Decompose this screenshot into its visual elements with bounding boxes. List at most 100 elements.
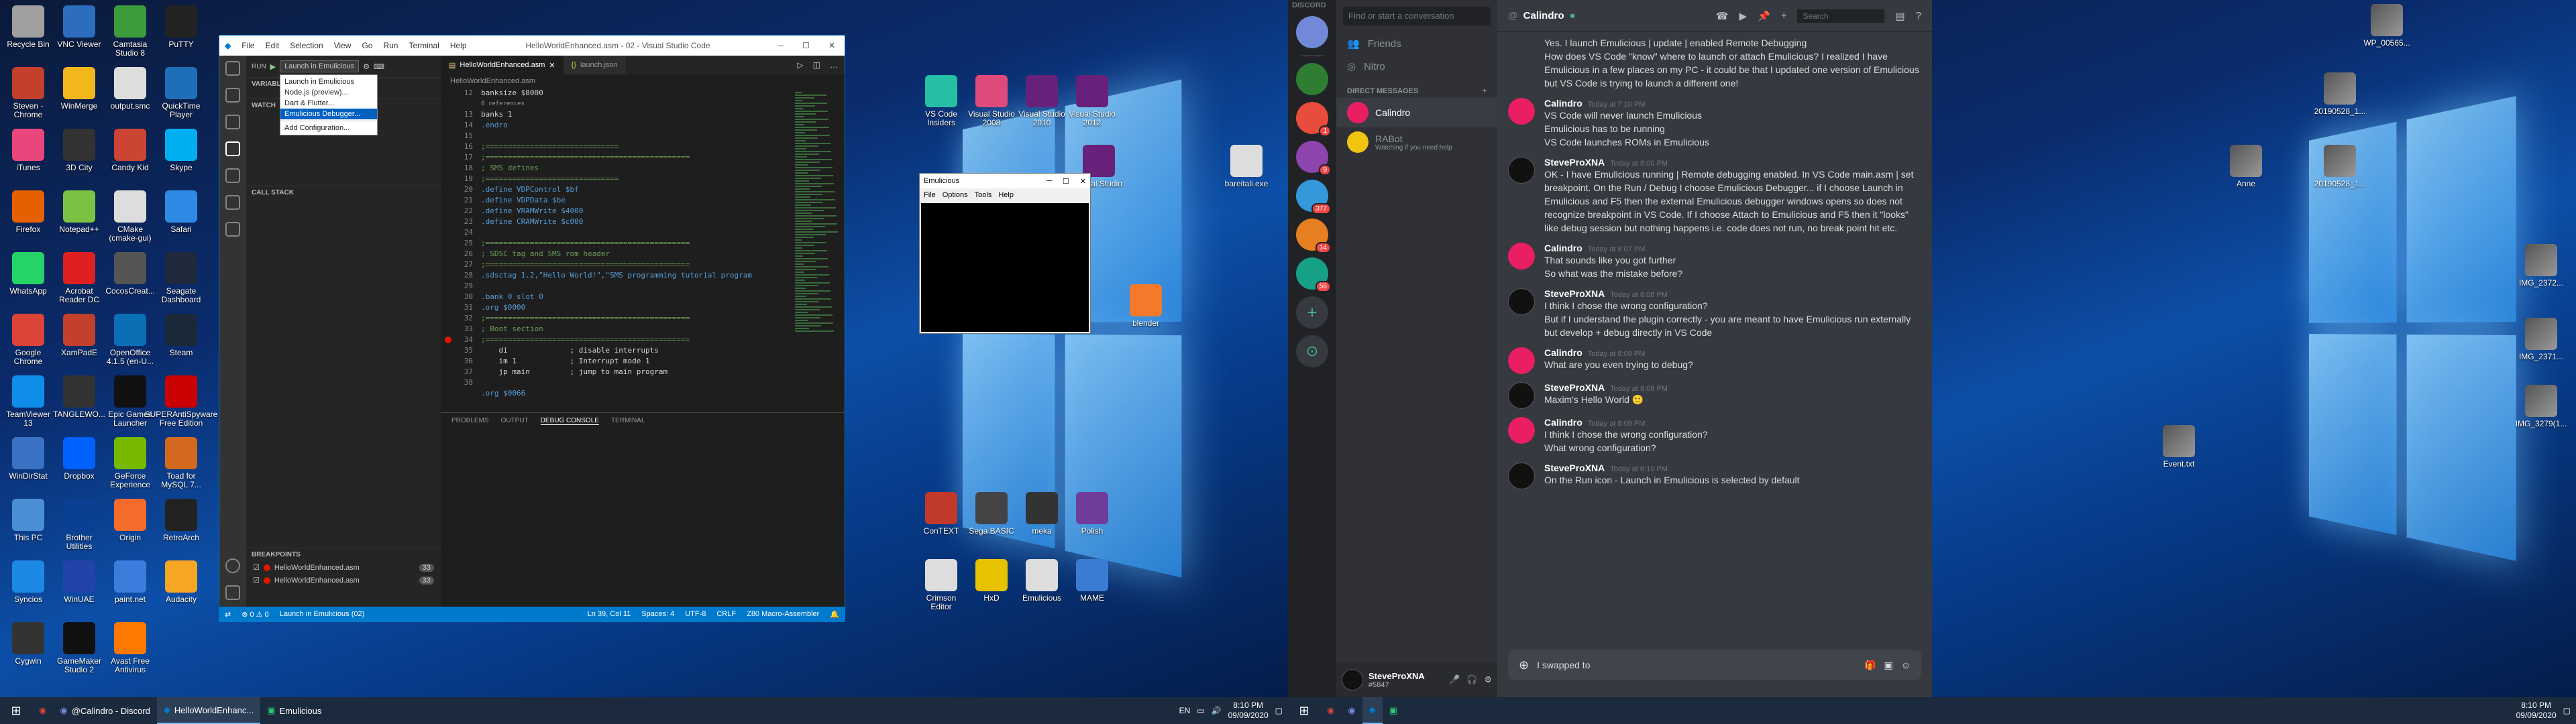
taskbar-item-discord[interactable]: ◉ @Calindro - Discord <box>53 697 157 724</box>
desktop-icon[interactable]: meka <box>1016 489 1067 550</box>
code-line[interactable]: jp main ; jump to main program <box>481 367 791 377</box>
run-debug-icon[interactable] <box>225 141 240 156</box>
server-icon[interactable]: 377 <box>1296 180 1331 215</box>
desktop-icon[interactable]: ConTEXT <box>916 489 967 550</box>
taskbar-item-emulicious[interactable]: ▣ Emulicious <box>260 697 328 724</box>
code-line[interactable]: .endro <box>481 120 791 131</box>
code-line[interactable]: .org $0066 <box>481 388 791 399</box>
desktop-icon[interactable]: bareitali.exe <box>1221 142 1272 202</box>
chrome-taskbar-icon[interactable]: ◉ <box>32 697 53 724</box>
breakpoints-section[interactable]: BREAKPOINTS <box>246 548 441 561</box>
server-icon[interactable]: 1 <box>1296 102 1331 137</box>
desktop-icon[interactable]: Dropbox <box>54 434 105 495</box>
minimize-icon[interactable]: ─ <box>1046 177 1052 186</box>
dropdown-option[interactable]: Emulicious Debugger... <box>280 109 377 119</box>
message-author[interactable]: Calindro <box>1544 98 1582 109</box>
add-friend-icon[interactable]: + <box>1781 10 1787 21</box>
code-line[interactable]: ;============================== <box>481 174 791 184</box>
conversation-search-input[interactable]: Find or start a conversation <box>1343 7 1491 25</box>
desktop-icon[interactable]: Audacity <box>156 558 207 618</box>
code-line[interactable]: ;=======================================… <box>481 313 791 324</box>
source-control-icon[interactable] <box>225 115 240 129</box>
desktop-icon[interactable]: WinDirStat <box>3 434 54 495</box>
server-icon[interactable]: 9 <box>1296 141 1331 176</box>
open-terminal-icon[interactable]: ⌨ <box>374 62 384 71</box>
add-server-icon[interactable]: + <box>1296 296 1328 328</box>
breakpoint-marker-icon[interactable] <box>445 337 451 343</box>
clock[interactable]: 8:10 PM 09/09/2020 <box>2516 701 2557 721</box>
desktop-icon[interactable]: TeamViewer 13 <box>3 373 54 433</box>
indent-status[interactable]: Spaces: 4 <box>641 610 674 618</box>
desktop-icon[interactable]: Sega BASIC <box>966 489 1017 550</box>
menu-item[interactable]: Help <box>445 41 472 50</box>
desktop-icon[interactable]: Safari <box>156 188 207 248</box>
code-line[interactable]: .bank 0 slot 0 <box>481 292 791 302</box>
menu-item[interactable]: File <box>924 191 936 199</box>
menu-item[interactable]: Help <box>998 191 1014 199</box>
code-editor[interactable]: 12 13 14 15 16 17 18 19 20 21 22 23 24 25 26 27 28 29 30 31… <box>441 88 845 412</box>
code-line[interactable] <box>481 227 791 238</box>
desktop-icon[interactable]: Avast Free Antivirus <box>105 619 156 680</box>
server-icon[interactable]: 14 <box>1296 219 1331 253</box>
nav-friends[interactable]: 👥 Friends <box>1336 32 1497 55</box>
desktop-icon[interactable]: Emulicious <box>1016 556 1067 617</box>
language-indicator[interactable]: EN <box>1179 706 1191 715</box>
code-line[interactable]: .define VDPControl $bf <box>481 184 791 195</box>
notifications-icon[interactable]: ▢ <box>1275 706 1283 715</box>
avatar[interactable] <box>1508 98 1535 125</box>
code-line[interactable]: .sdsctag 1.2,"Hello World!","SMS program… <box>481 270 791 281</box>
code-line[interactable] <box>481 377 791 388</box>
code-line[interactable]: .define CRAMWrite $c000 <box>481 217 791 227</box>
desktop-icon[interactable]: Steven - Chrome <box>3 64 54 125</box>
message-author[interactable]: Calindro <box>1544 347 1582 358</box>
avatar[interactable] <box>1508 382 1535 409</box>
gif-icon[interactable]: ▣ <box>1884 660 1892 671</box>
dm-item-calindro[interactable]: Calindro <box>1336 98 1497 127</box>
emoji-icon[interactable]: ☺ <box>1901 660 1911 671</box>
notifications-icon[interactable]: ▢ <box>2563 706 2571 715</box>
code-line[interactable]: ; SMS defines <box>481 163 791 174</box>
panel-tab[interactable]: DEBUG CONSOLE <box>540 417 599 425</box>
desktop-icon[interactable]: Cygwin <box>3 619 54 680</box>
desktop-icon[interactable]: WP_00565... <box>2361 1 2412 62</box>
code-line[interactable]: im 1 ; Interrupt mode 1 <box>481 356 791 367</box>
dropdown-option[interactable]: Node.js (preview)... <box>280 87 377 98</box>
dropdown-option[interactable]: Add Configuration... <box>280 123 377 133</box>
more-actions-icon[interactable]: … <box>830 60 838 70</box>
extensions-icon[interactable] <box>225 168 240 183</box>
message-author[interactable]: Calindro <box>1544 417 1582 428</box>
desktop-icon[interactable]: Brother Utilities <box>54 496 105 556</box>
avatar[interactable] <box>1508 417 1535 444</box>
message-author[interactable]: SteveProXNA <box>1544 288 1605 299</box>
maximize-icon[interactable]: ☐ <box>802 41 810 50</box>
desktop-icon[interactable]: PuTTY <box>156 3 207 63</box>
run-config-select[interactable]: Launch in Emulicious <box>280 60 360 72</box>
desktop-icon[interactable]: GeForce Experience <box>105 434 156 495</box>
desktop-icon[interactable]: output.smc <box>105 64 156 125</box>
breakpoint-item[interactable]: ☑ HelloWorldEnhanced.asm 33 <box>246 561 441 574</box>
debug-launch-status[interactable]: Launch in Emulicious (02) <box>280 610 365 618</box>
desktop-icon[interactable]: IMG_2372... <box>2516 241 2567 302</box>
menu-item[interactable]: Run <box>378 41 403 50</box>
message-author[interactable]: SteveProXNA <box>1544 463 1605 473</box>
problems-status[interactable]: ⊗ 0 ⚠ 0 <box>241 610 268 619</box>
desktop-icon[interactable]: RetroArch <box>156 496 207 556</box>
avatar[interactable] <box>1508 463 1535 489</box>
desktop-icon[interactable]: Recycle Bin <box>3 3 54 63</box>
desktop-icon[interactable]: Notepad++ <box>54 188 105 248</box>
close-tab-icon[interactable]: ✕ <box>549 61 555 70</box>
desktop-icon[interactable]: iTunes <box>3 126 54 186</box>
language-status[interactable]: Z80 Macro-Assembler <box>747 610 819 618</box>
menu-item[interactable]: Terminal <box>403 41 444 50</box>
code-line[interactable]: 0 references <box>481 99 791 109</box>
explore-servers-icon[interactable]: ⊙ <box>1296 335 1328 367</box>
desktop-icon[interactable]: Origin <box>105 496 156 556</box>
voice-call-icon[interactable]: ☎ <box>1716 10 1729 22</box>
desktop-icon[interactable]: paint.net <box>105 558 156 618</box>
eol-status[interactable]: CRLF <box>716 610 736 618</box>
pinned-icon[interactable]: 📌 <box>1758 10 1770 22</box>
desktop-icon[interactable]: TANGLEWO... <box>53 373 105 433</box>
run-file-icon[interactable]: ▷ <box>797 60 803 70</box>
clock[interactable]: 8:10 PM 09/09/2020 <box>1228 701 1269 721</box>
panel-tab[interactable]: OUTPUT <box>501 417 529 425</box>
